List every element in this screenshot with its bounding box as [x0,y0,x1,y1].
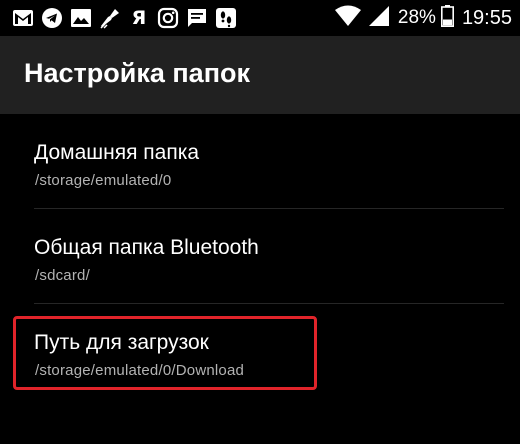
battery-percent: 28% [397,7,436,28]
screen: Я 28% 19:55 Настройка папок Домашняя пап… [0,0,520,444]
system-status: 28% 19:55 [334,4,512,32]
steps-icon [215,7,237,29]
list-item-title: Домашняя папка [34,141,200,164]
list-item-path: /storage/emulated/0 [35,172,172,189]
telegram-icon [41,7,63,29]
gallery-icon [70,7,92,29]
cleaner-icon [99,7,121,29]
battery-icon [440,4,454,32]
status-bar: Я 28% 19:55 [0,0,520,36]
list-item-title: Общая папка Bluetooth [34,236,259,259]
folder-settings-list: Домашняя папка /storage/emulated/0 Общая… [0,114,520,398]
signal-icon [368,5,390,32]
list-item-path: /sdcard/ [35,267,90,284]
action-bar: Настройка папок [0,36,520,114]
list-item-title: Путь для загрузок [34,331,209,354]
gmail-icon [12,7,34,29]
instagram-icon [157,7,179,29]
list-item-download-path[interactable]: Путь для загрузок /storage/emulated/0/Do… [34,304,504,398]
list-item-home-folder[interactable]: Домашняя папка /storage/emulated/0 [34,114,504,208]
notification-icons: Я [12,6,244,30]
message-icon [186,7,208,29]
list-item-path: /storage/emulated/0/Download [35,362,245,379]
yandex-icon: Я [131,7,147,29]
clock: 19:55 [461,7,512,29]
page-title: Настройка папок [24,58,251,88]
wifi-icon [334,5,362,32]
list-item-bluetooth-folder[interactable]: Общая папка Bluetooth /sdcard/ [34,209,504,303]
